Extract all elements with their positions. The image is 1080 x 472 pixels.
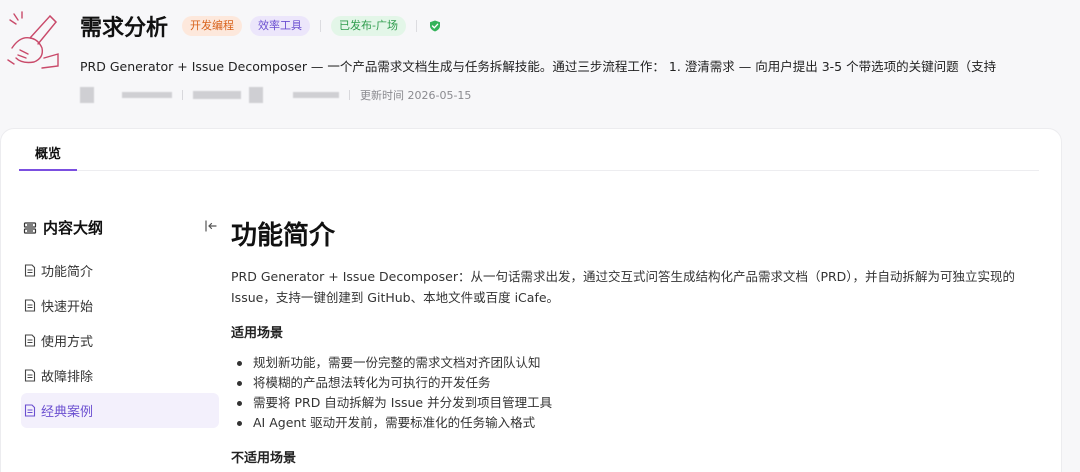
tab-bar: 概览 <box>19 129 1039 171</box>
article-content: 功能简介 PRD Generator + Issue Decomposer：从一… <box>231 215 1041 466</box>
collapse-sidebar-icon[interactable] <box>204 219 218 233</box>
status-badge: 已发布-广场 <box>331 16 406 36</box>
title-row: 需求分析 开发编程 效率工具 已发布-广场 <box>80 12 441 41</box>
divider <box>320 20 322 32</box>
category-tag[interactable]: 效率工具 <box>250 16 311 36</box>
divider <box>182 90 183 100</box>
outline-item-label: 故障排除 <box>41 370 94 385</box>
intro-paragraph: PRD Generator + Issue Decomposer：从一句话需求出… <box>231 269 1016 305</box>
scenarios-list: 规划新功能，需要一份完整的需求文档对齐团队认知 将模糊的产品想法转化为可执行的开… <box>231 353 1041 433</box>
org-avatar <box>249 87 263 103</box>
outline-item-usage[interactable]: 使用方式 <box>21 323 219 358</box>
skill-description: PRD Generator + Issue Decomposer — 一个产品需… <box>80 59 997 74</box>
page-title: 需求分析 <box>80 16 169 41</box>
outline-item-label: 使用方式 <box>41 335 94 350</box>
active-tab-indicator <box>19 169 77 171</box>
document-icon <box>24 334 36 347</box>
divider <box>416 20 417 32</box>
author-avatar <box>80 87 94 103</box>
document-icon <box>24 264 36 277</box>
outline-header: 内容大纲 <box>23 217 103 238</box>
writing-hand-icon <box>7 11 59 69</box>
meta-row: 更新时间 2026-05-15 <box>80 86 471 104</box>
document-icon <box>24 369 36 382</box>
not-applicable-heading: 不适用场景 <box>231 451 297 466</box>
tab-overview[interactable]: 概览 <box>19 143 77 162</box>
outline-title: 内容大纲 <box>43 219 104 237</box>
scenarios-heading: 适用场景 <box>231 326 284 341</box>
list-item: 需要将 PRD 自动拆解为 Issue 并分发到项目管理工具 <box>231 393 1041 413</box>
outline-icon <box>23 221 37 234</box>
content-card: 概览 内容大纲 功能简介 快速开始 使用方式 故障排除 经典案例 功能简介 PR… <box>0 128 1062 472</box>
list-item: 规划新功能，需要一份完整的需求文档对齐团队认知 <box>231 353 1041 373</box>
outline-item-intro[interactable]: 功能简介 <box>21 253 219 288</box>
document-icon <box>24 404 36 417</box>
list-item: 将模糊的产品想法转化为可执行的开发任务 <box>231 373 1041 393</box>
skill-header: 需求分析 开发编程 效率工具 已发布-广场 PRD Generator + Is… <box>0 0 1080 128</box>
outline-item-troubleshooting[interactable]: 故障排除 <box>21 358 219 393</box>
section-heading: 功能简介 <box>231 221 336 251</box>
list-item: AI Agent 驱动开发前，需要标准化的任务输入格式 <box>231 413 1041 433</box>
outline-item-quickstart[interactable]: 快速开始 <box>21 288 219 323</box>
outline-item-label: 经典案例 <box>41 405 94 420</box>
verified-shield-icon <box>430 20 440 32</box>
outline-nav: 功能简介 快速开始 使用方式 故障排除 经典案例 <box>21 253 219 428</box>
outline-item-label: 快速开始 <box>41 300 94 315</box>
org-name <box>193 91 241 99</box>
divider <box>349 90 350 100</box>
updated-time: 更新时间 2026-05-15 <box>360 89 472 102</box>
author-name <box>122 92 172 98</box>
outline-item-label: 功能简介 <box>41 265 94 280</box>
outline-item-examples[interactable]: 经典案例 <box>21 393 219 428</box>
org-detail <box>293 92 339 98</box>
document-icon <box>24 299 36 312</box>
category-tag[interactable]: 开发编程 <box>182 16 243 36</box>
